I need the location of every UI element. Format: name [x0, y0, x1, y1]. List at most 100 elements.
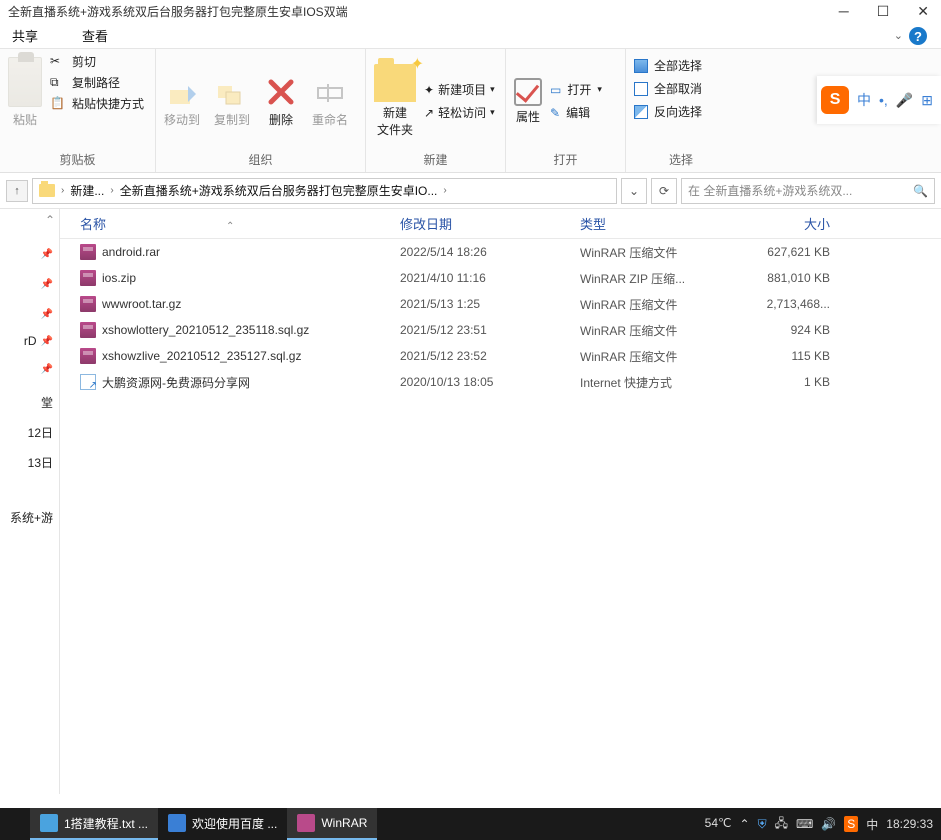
file-size: 2,713,468... [730, 297, 830, 311]
file-row[interactable]: xshowzlive_20210512_235127.sql.gz2021/5/… [60, 343, 941, 369]
sidebar-item[interactable]: 📌 [41, 249, 53, 260]
edit-icon: ✎ [550, 106, 560, 120]
tray-shield-icon[interactable]: ⛨ [758, 817, 767, 832]
ime-zhong[interactable]: 中 [853, 90, 875, 110]
temperature-indicator[interactable]: 54℃ [705, 817, 732, 830]
tray-chevron-icon[interactable]: ⌃ [740, 817, 750, 831]
open-icon: ▭ [550, 83, 561, 97]
move-to-button: 移动到 [164, 75, 200, 128]
invert-selection-button[interactable]: 反向选择 [634, 103, 702, 120]
sidebar-item[interactable]: 13日 [28, 454, 53, 471]
file-name: xshowzlive_20210512_235127.sql.gz [102, 349, 301, 363]
search-input[interactable]: 在 全新直播系统+游戏系统双... 🔍 [681, 178, 935, 204]
pin-icon: 📌 [41, 279, 53, 290]
file-name: wwwroot.tar.gz [102, 297, 181, 311]
sidebar-item[interactable]: 系统+游 [10, 509, 53, 526]
ribbon: 粘贴 ✂剪切 ⧉复制路径 📋粘贴快捷方式 剪贴板 移动到 复制到 删除 [0, 49, 941, 173]
history-dropdown-button[interactable]: ⌄ [621, 178, 647, 204]
column-date[interactable]: 修改日期 [400, 214, 580, 233]
sidebar-item[interactable]: 堂 [41, 394, 53, 411]
tray-ime-icon[interactable]: S [844, 816, 858, 832]
file-date: 2021/4/10 11:16 [400, 271, 580, 285]
taskbar-item[interactable]: WinRAR [287, 808, 377, 840]
file-row[interactable]: wwwroot.tar.gz 2021/5/13 1:25WinRAR 压缩文件2… [60, 291, 941, 317]
refresh-button[interactable]: ⟳ [651, 178, 677, 204]
ime-more-icon[interactable]: ⊞ [917, 92, 937, 109]
edit-button[interactable]: ✎编辑 [550, 104, 602, 121]
sidebar-item[interactable]: 📌 [41, 279, 53, 290]
minimize-button[interactable]: ─ [835, 3, 853, 20]
crumb-2[interactable]: 全新直播系统+游戏系统双后台服务器打包完整原生安卓IO... [120, 182, 438, 199]
paste-shortcut-button[interactable]: 📋粘贴快捷方式 [50, 95, 144, 112]
group-label-new: 新建 [374, 149, 497, 170]
crumb-1[interactable]: 新建... [70, 182, 104, 199]
pin-icon: 📌 [41, 309, 53, 320]
copypath-icon: ⧉ [50, 75, 66, 91]
paste-label: 粘贴 [13, 111, 37, 128]
delete-button[interactable]: 删除 [264, 75, 298, 128]
file-row[interactable]: xshowlottery_20210512_235118.sql.gz2021/… [60, 317, 941, 343]
column-size[interactable]: 大小 [730, 214, 830, 233]
sogou-icon[interactable]: S [821, 86, 849, 114]
tray-keyboard-icon[interactable]: ⌨ [796, 817, 813, 831]
taskbar-item[interactable]: 1搭建教程.txt ... [30, 808, 158, 840]
new-item-button[interactable]: ✦新建项目 ▾ [424, 81, 495, 98]
ime-mic-icon[interactable]: 🎤 [892, 92, 917, 109]
copy-to-button: 复制到 [214, 75, 250, 128]
ime-comma-icon[interactable]: •, [875, 92, 892, 108]
open-button[interactable]: ▭打开 ▾ [550, 81, 602, 98]
navigation-pane[interactable]: ⌃ 📌 📌 📌 rD📌 📌 堂 12日 13日 系统+游 [0, 209, 60, 794]
breadcrumb[interactable]: › 新建... › 全新直播系统+游戏系统双后台服务器打包完整原生安卓IO...… [32, 178, 617, 204]
tab-share[interactable]: 共享 [12, 26, 38, 45]
sidebar-item[interactable]: rD📌 [24, 334, 53, 348]
crumb-sep-icon[interactable]: › [443, 185, 446, 196]
tray-lang-icon[interactable]: 中 [866, 816, 878, 833]
nav-up-button[interactable]: ↑ [6, 180, 28, 202]
ribbon-chevron-icon[interactable]: ⌄ [894, 29, 903, 42]
search-icon[interactable]: 🔍 [913, 184, 928, 198]
crumb-sep-icon[interactable]: › [61, 185, 64, 196]
titlebar: 全新直播系统+游戏系统双后台服务器打包完整原生安卓IOS双端 ─ ☐ ✕ [0, 0, 941, 23]
scroll-up-icon[interactable]: ⌃ [45, 213, 55, 227]
properties-icon [514, 78, 542, 106]
select-none-button[interactable]: 全部取消 [634, 80, 702, 97]
sidebar-item[interactable]: 12日 [28, 424, 53, 441]
tab-view[interactable]: 查看 [82, 26, 108, 45]
group-label-open: 打开 [514, 149, 617, 170]
sidebar-item[interactable]: 📌 [41, 309, 53, 320]
column-type[interactable]: 类型 [580, 214, 730, 233]
close-button[interactable]: ✕ [913, 3, 933, 20]
tray-clock[interactable]: 18:29:33 [886, 817, 933, 831]
tray-volume-icon[interactable]: 🔊 [821, 817, 836, 831]
selectnone-icon [634, 82, 648, 96]
new-folder-button[interactable]: 新建 文件夹 [374, 64, 416, 138]
copy-path-button[interactable]: ⧉复制路径 [50, 74, 144, 91]
pin-icon: 📌 [41, 336, 53, 347]
column-name[interactable]: 名称⌃ [80, 214, 400, 233]
content-area: ⌃ 📌 📌 📌 rD📌 📌 堂 12日 13日 系统+游 名称⌃ 修改日期 类型… [0, 209, 941, 794]
taskbar-app-icon [168, 814, 186, 832]
search-placeholder: 在 全新直播系统+游戏系统双... [688, 182, 852, 199]
taskbar-item[interactable]: 欢迎使用百度 ... [158, 808, 287, 840]
file-row[interactable]: android.rar2022/5/14 18:26WinRAR 压缩文件627… [60, 239, 941, 265]
ime-toolbar[interactable]: S 中 •, 🎤 ⊞ [817, 76, 941, 124]
cut-button[interactable]: ✂剪切 [50, 53, 144, 70]
file-row[interactable]: ios.zip2021/4/10 11:16WinRAR ZIP 压缩...88… [60, 265, 941, 291]
select-all-button[interactable]: 全部选择 [634, 57, 702, 74]
maximize-button[interactable]: ☐ [873, 3, 894, 20]
help-icon[interactable]: ? [909, 27, 927, 45]
rename-button: 重命名 [312, 75, 348, 128]
file-size: 115 KB [730, 349, 830, 363]
file-type: WinRAR 压缩文件 [580, 296, 730, 313]
new-folder-icon [374, 64, 416, 102]
file-date: 2021/5/13 1:25 [400, 297, 580, 311]
tray-network-icon[interactable]: 🖧 [775, 814, 788, 835]
sidebar-item[interactable]: 📌 [41, 364, 53, 375]
easy-access-button[interactable]: ↗轻松访问 ▾ [424, 104, 495, 121]
file-row[interactable]: 大鹏资源网-免费源码分享网2020/10/13 18:05Internet 快捷… [60, 369, 941, 395]
file-icon [80, 270, 96, 286]
crumb-sep-icon[interactable]: › [110, 185, 113, 196]
window-title: 全新直播系统+游戏系统双后台服务器打包完整原生安卓IOS双端 [8, 3, 348, 20]
sort-indicator-icon: ⌃ [226, 221, 234, 232]
properties-button[interactable]: 属性 [514, 78, 542, 125]
